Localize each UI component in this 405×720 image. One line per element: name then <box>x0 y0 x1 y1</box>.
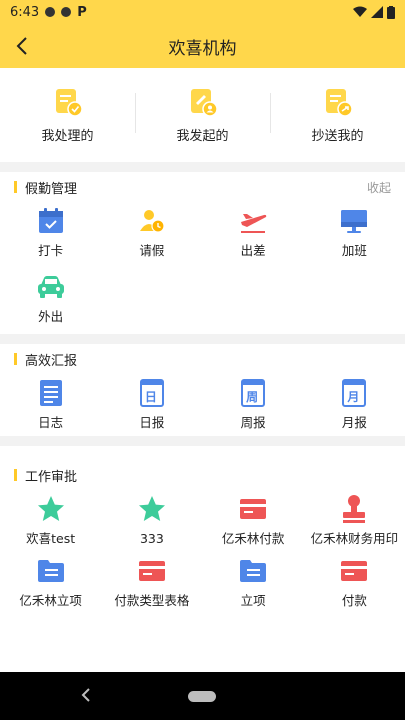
page-title: 欢喜机构 <box>168 38 237 59</box>
system-nav-bar <box>0 672 405 720</box>
section-marker <box>14 181 17 193</box>
section-title: 工作审批 <box>25 469 78 485</box>
approval-item[interactable]: 亿禾林立项 <box>0 550 101 608</box>
section-title: 高效汇报 <box>25 353 78 369</box>
attendance-item-clock-in[interactable]: 打卡 <box>0 200 101 258</box>
attendance-item-label: 外出 <box>38 309 64 324</box>
approval-grid: 欢喜test 333 亿禾林付款 亿禾林财务用印 亿禾林立项 付款类型表格 立项 <box>0 488 405 608</box>
battery-icon <box>387 5 395 19</box>
attendance-grid: 打卡 请假 出差 加班 外出 <box>0 200 405 324</box>
report-glyph: 周 <box>246 390 259 404</box>
airplane-icon <box>241 214 267 233</box>
collapse-button[interactable]: 收起 <box>367 179 391 196</box>
report-item-weekly[interactable]: 周 周报 <box>203 372 304 430</box>
report-glyph: 月 <box>347 390 360 404</box>
attendance-item-label: 打卡 <box>38 243 64 258</box>
section-header: 工作审批 <box>0 462 405 488</box>
attendance-item-label: 请假 <box>139 243 165 258</box>
approval-item[interactable]: 立项 <box>203 550 304 608</box>
status-time: 6:43 <box>10 4 40 20</box>
stamp-icon <box>343 495 366 523</box>
section-title: 假勤管理 <box>25 181 78 197</box>
report-item-daily[interactable]: 日 日报 <box>101 372 202 430</box>
quick-actions: 我处理的 我发起的 抄送我的 <box>0 68 405 162</box>
approval-item[interactable]: 欢喜test <box>0 488 101 546</box>
section-report: 高效汇报 日志 日 日报 周 周报 月 月报 <box>0 344 405 436</box>
approval-item[interactable]: 333 <box>101 488 202 546</box>
chevron-left-icon <box>16 37 27 55</box>
approval-item-label: 亿禾林立项 <box>19 593 82 608</box>
report-item-label: 周报 <box>240 415 266 430</box>
report-item-log[interactable]: 日志 <box>0 372 101 430</box>
attendance-item-leave[interactable]: 请假 <box>101 200 202 258</box>
card-icon <box>240 499 267 519</box>
report-item-label: 月报 <box>341 415 367 430</box>
quick-item-label: 我处理的 <box>41 128 94 144</box>
quick-item-initiated[interactable]: 我发起的 <box>135 87 270 144</box>
nav-home-pill[interactable] <box>188 691 216 702</box>
status-bar: 6:43 P <box>0 0 405 24</box>
quick-item-cc[interactable]: 抄送我的 <box>270 87 405 144</box>
report-item-monthly[interactable]: 月 月报 <box>304 372 405 430</box>
attendance-item-overtime[interactable]: 加班 <box>304 200 405 258</box>
approval-item-label: 立项 <box>240 593 266 608</box>
quick-item-label: 我发起的 <box>176 128 229 144</box>
approval-item-label: 付款类型表格 <box>114 593 190 608</box>
folder-icon <box>37 560 64 582</box>
card-icon <box>138 561 165 581</box>
approval-item[interactable]: 亿禾林付款 <box>203 488 304 546</box>
approval-item-label: 亿禾林付款 <box>221 531 285 546</box>
parking-icon: P <box>77 4 87 20</box>
signal-icon <box>371 6 383 18</box>
wifi-icon <box>353 6 367 17</box>
card-icon <box>341 561 368 581</box>
section-header: 高效汇报 <box>0 346 405 372</box>
approval-item[interactable]: 付款 <box>304 550 405 608</box>
star-icon <box>138 496 165 521</box>
notification-icon <box>61 7 72 17</box>
star-icon <box>37 496 64 521</box>
attendance-item-out[interactable]: 外出 <box>0 266 101 324</box>
approval-item[interactable]: 付款类型表格 <box>101 550 202 608</box>
report-glyph: 日 <box>144 390 157 404</box>
quick-item-label: 抄送我的 <box>311 128 364 144</box>
nav-back-icon[interactable] <box>80 686 92 704</box>
report-item-label: 日志 <box>38 415 64 430</box>
report-grid: 日志 日 日报 周 周报 月 月报 <box>0 372 405 430</box>
attendance-item-label: 出差 <box>240 243 266 258</box>
person-clock-icon <box>139 210 165 233</box>
doc-check-icon <box>55 88 83 117</box>
attendance-item-label: 加班 <box>341 243 367 258</box>
car-icon <box>37 276 64 298</box>
approval-item-label: 亿禾林财务用印 <box>310 531 399 546</box>
approval-item-label: 欢喜test <box>26 531 76 546</box>
quick-item-handled[interactable]: 我处理的 <box>0 87 135 144</box>
doc-cc-icon <box>325 88 353 117</box>
report-item-label: 日报 <box>139 415 165 430</box>
section-attendance: 假勤管理 收起 打卡 请假 出差 加班 外出 <box>0 172 405 334</box>
section-marker <box>14 353 17 365</box>
approval-item[interactable]: 亿禾林财务用印 <box>304 488 405 546</box>
approval-item-label: 付款 <box>341 593 367 608</box>
section-header: 假勤管理 收起 <box>0 174 405 200</box>
folder-icon <box>240 560 267 582</box>
log-icon <box>39 380 62 406</box>
app-bar: 欢喜机构 <box>0 24 405 68</box>
approval-item-label: 333 <box>139 531 164 546</box>
calendar-icon <box>38 208 63 233</box>
attendance-item-business-trip[interactable]: 出差 <box>203 200 304 258</box>
notification-icon <box>45 7 56 17</box>
section-approval: 工作审批 欢喜test 333 亿禾林付款 亿禾林财务用印 亿禾林立项 付款类型… <box>0 446 405 672</box>
monitor-icon <box>341 210 368 233</box>
doc-edit-icon <box>190 88 218 117</box>
section-marker <box>14 469 17 481</box>
back-button[interactable] <box>8 32 36 60</box>
